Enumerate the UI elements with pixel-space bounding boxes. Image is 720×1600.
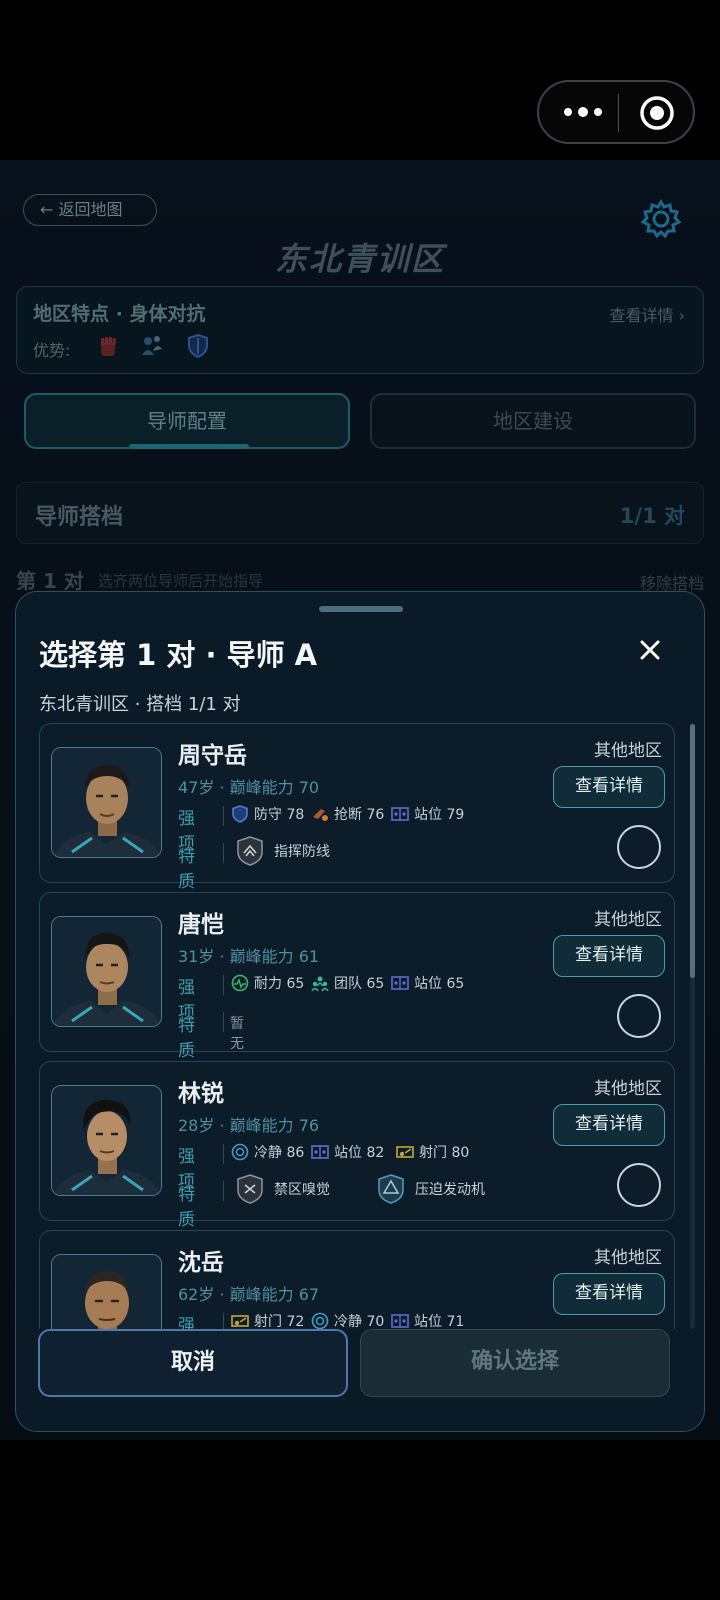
stat-label: 耐力 65 — [254, 976, 305, 992]
mentor-select-sheet: 选择第 1 对 · 导师 A 东北青训区 · 搭档 1/1 对 周守岳 47岁 — [15, 591, 705, 1432]
mentor-name: 沈岳 — [178, 1250, 224, 1276]
stat-item: 站位 71 — [391, 1311, 464, 1329]
mentor-meta: 62岁 · 巅峰能力 67 — [178, 1285, 320, 1304]
trait-label: 特质 — [178, 847, 195, 892]
trait-name: 禁区嗅觉 — [274, 1182, 330, 1198]
view-detail-button[interactable]: 查看详情 — [553, 935, 665, 977]
trait-item: 指挥防线 — [236, 836, 330, 868]
shooting-icon — [231, 1312, 249, 1329]
stat-item: 耐力 65 — [231, 973, 304, 995]
avatar — [51, 1085, 162, 1196]
stat-label: 站位 71 — [414, 1314, 465, 1329]
stat-label: 团队 65 — [334, 976, 385, 992]
mini-program-capsule — [537, 80, 695, 144]
region-tag: 其他地区 — [594, 1248, 662, 1268]
shield-icon — [231, 805, 249, 823]
mentor-meta: 31岁 · 巅峰能力 61 — [178, 947, 320, 966]
divider — [223, 1313, 224, 1329]
mentor-meta: 47岁 · 巅峰能力 70 — [178, 778, 320, 797]
position-icon — [311, 1143, 329, 1161]
mentor-card[interactable]: 林锐 28岁 · 巅峰能力 76 强项 冷静 86 站位 82 射门 80 特质 — [39, 1061, 675, 1230]
divider — [223, 975, 224, 995]
tackle-icon — [311, 805, 329, 823]
mentor-name: 林锐 — [178, 1081, 224, 1107]
box-sense-badge-icon — [236, 1174, 264, 1204]
select-radio[interactable] — [617, 1163, 661, 1207]
stat-item: 站位 79 — [391, 804, 464, 826]
close-icon[interactable] — [634, 634, 666, 666]
mentor-card[interactable]: 唐恺 31岁 · 巅峰能力 61 强项 耐力 65 团队 65 站位 65 特质… — [39, 892, 675, 1061]
trait-label: 特质 — [178, 1016, 195, 1061]
view-detail-button[interactable]: 查看详情 — [553, 766, 665, 808]
stat-label: 射门 80 — [419, 1145, 470, 1161]
select-radio[interactable] — [617, 994, 661, 1038]
stat-item: 防守 78 — [231, 804, 304, 826]
calm-icon — [311, 1312, 329, 1329]
confirm-select-button[interactable]: 确认选择 — [360, 1329, 670, 1397]
avatar — [51, 916, 162, 1027]
divider — [223, 1144, 224, 1164]
divider — [223, 1012, 224, 1032]
mentor-meta: 28岁 · 巅峰能力 76 — [178, 1116, 320, 1135]
stat-label: 射门 72 — [254, 1314, 305, 1329]
stat-label: 站位 65 — [414, 976, 465, 992]
avatar — [51, 747, 162, 858]
trait-name: 指挥防线 — [274, 844, 330, 860]
record-target-icon[interactable] — [639, 95, 675, 131]
strength-label: 强项 — [178, 1316, 195, 1329]
list-scrollbar[interactable] — [690, 724, 695, 1329]
stat-item: 站位 65 — [391, 973, 464, 995]
stat-item: 站位 82 — [311, 1142, 384, 1164]
stat-label: 冷静 86 — [254, 1145, 305, 1161]
calm-icon — [231, 1143, 249, 1161]
divider — [223, 806, 224, 826]
stat-label: 防守 78 — [254, 807, 305, 823]
view-detail-button[interactable]: 查看详情 — [553, 1273, 665, 1315]
scrollbar-thumb[interactable] — [690, 724, 695, 978]
sheet-title: 选择第 1 对 · 导师 A — [39, 638, 318, 672]
position-icon — [391, 805, 409, 823]
team-icon — [311, 974, 329, 992]
select-radio[interactable] — [617, 825, 661, 869]
stamina-icon — [231, 974, 249, 992]
mentor-name: 唐恺 — [178, 912, 224, 938]
stat-label: 站位 79 — [414, 807, 465, 823]
region-tag: 其他地区 — [594, 910, 662, 930]
mentor-list[interactable]: 周守岳 47岁 · 巅峰能力 70 强项 防守 78 抢断 76 站位 79 特… — [39, 723, 684, 1329]
trait-item: 禁区嗅觉 — [236, 1174, 330, 1206]
stat-item: 冷静 86 — [231, 1142, 304, 1164]
more-dots-icon[interactable] — [561, 100, 605, 124]
sheet-subtitle: 东北青训区 · 搭档 1/1 对 — [39, 694, 241, 715]
press-engine-badge-icon — [377, 1174, 405, 1204]
stat-item: 抢断 76 — [311, 804, 384, 826]
capsule-divider — [618, 94, 619, 132]
region-tag: 其他地区 — [594, 741, 662, 761]
divider — [223, 843, 224, 863]
stat-item: 团队 65 — [311, 973, 384, 995]
mentor-name: 周守岳 — [178, 743, 247, 769]
stat-item: 射门 72 — [231, 1311, 304, 1329]
trait-name: 压迫发动机 — [415, 1182, 485, 1198]
stat-label: 站位 82 — [334, 1145, 385, 1161]
mentor-card[interactable]: 沈岳 62岁 · 巅峰能力 67 强项 射门 72 冷静 70 站位 71 其他… — [39, 1230, 675, 1329]
trait-label: 特质 — [178, 1185, 195, 1230]
trait-none: 暂无 — [230, 1016, 244, 1052]
stat-item: 冷静 70 — [311, 1311, 384, 1329]
stat-item: 射门 80 — [396, 1142, 469, 1164]
position-icon — [391, 1312, 409, 1329]
mentor-card[interactable]: 周守岳 47岁 · 巅峰能力 70 强项 防守 78 抢断 76 站位 79 特… — [39, 723, 675, 892]
stat-label: 冷静 70 — [334, 1314, 385, 1329]
region-tag: 其他地区 — [594, 1079, 662, 1099]
avatar — [51, 1254, 162, 1329]
stat-label: 抢断 76 — [334, 807, 385, 823]
sheet-grabber[interactable] — [319, 606, 403, 612]
trait-item: 压迫发动机 — [377, 1174, 485, 1206]
divider — [223, 1181, 224, 1201]
shooting-icon — [396, 1143, 414, 1161]
view-detail-button[interactable]: 查看详情 — [553, 1104, 665, 1146]
command-badge-icon — [236, 836, 264, 866]
cancel-button[interactable]: 取消 — [38, 1329, 348, 1397]
position-icon — [391, 974, 409, 992]
